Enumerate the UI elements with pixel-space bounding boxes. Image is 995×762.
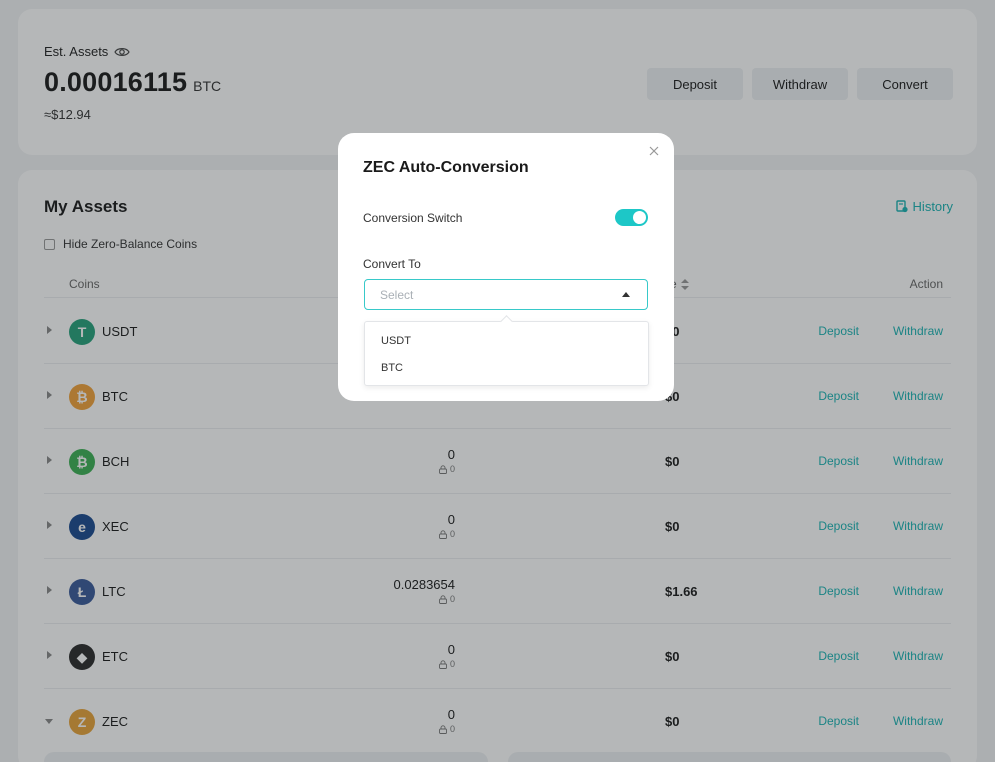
convert-to-label: Convert To (363, 257, 421, 271)
toggle-knob (633, 211, 646, 224)
option-usdt[interactable]: USDT (381, 335, 411, 347)
caret-up-icon (622, 292, 630, 297)
conversion-switch-toggle[interactable] (615, 209, 648, 226)
convert-to-dropdown: USDT BTC (364, 315, 649, 386)
conversion-switch-label: Conversion Switch (363, 211, 463, 225)
select-placeholder: Select (380, 288, 414, 302)
modal-title: ZEC Auto-Conversion (363, 159, 529, 176)
option-btc[interactable]: BTC (381, 362, 403, 374)
close-icon[interactable] (648, 145, 660, 157)
convert-to-select[interactable]: Select (364, 279, 648, 310)
